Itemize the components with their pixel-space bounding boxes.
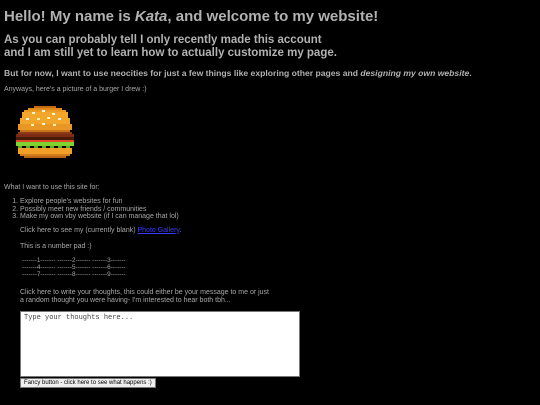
page-title: Hello! My name is Kata, and welcome to m… [4,8,536,26]
thoughts-textarea[interactable] [20,310,300,377]
intro-text: But for now, I want to use neocities for… [4,68,536,78]
page-content: Hello! My name is Kata, and welcome to m… [4,0,536,388]
list-item: Explore people's websites for fun [20,198,536,206]
number-pad-row: -------7------- -------8------- -------9… [22,271,126,279]
title-text-end: , and welcome to my website! [167,8,379,25]
burger-image [10,104,80,164]
burger-drawing [16,106,74,158]
photo-gallery-link[interactable]: Photo Gallery [137,227,179,234]
subtitle-line-2: and I am still yet to learn how to actua… [4,47,337,59]
intro-emphasis: designing my own website [360,68,470,78]
number-pad-label: This is a number pad :) [20,242,92,250]
thoughts-prompt-line-1: Click here to write your thoughts, this … [20,288,270,296]
list-item: Make my own vby website (if I can manage… [20,213,536,221]
gallery-prefix: Click here to see my (currently blank) [20,226,138,234]
thoughts-prompt: Click here to write your thoughts, this … [20,289,536,305]
number-pad: -------1------- -------2------- -------3… [22,257,536,279]
goals-list: Explore people's websites for fun Possib… [4,198,536,221]
number-pad-row: -------1------- -------2------- -------3… [22,256,126,264]
title-text-start: Hello! My name is [4,8,135,25]
goals-heading: What I want to use this site for: [4,184,100,191]
page-subtitle: As you can probably tell I only recently… [4,34,536,60]
number-pad-row: -------4------- -------5------- -------6… [22,264,126,272]
intro-text-start: But for now, I want to use neocities for… [4,68,361,78]
intro-text-end: . [469,68,472,78]
title-name: Kata [134,8,168,25]
subtitle-line-1: As you can probably tell I only recently… [4,34,322,46]
thoughts-prompt-line-2: a random thought you were having- I'm in… [20,296,231,304]
list-item: Possibly meet new friends / communities [20,206,536,214]
fancy-button[interactable]: Fancy button - click here to see what ha… [20,377,156,388]
burger-caption: Anyways, here's a picture of a burger I … [4,86,147,93]
gallery-suffix: . [179,226,182,234]
gallery-text: Click here to see my (currently blank) P… [20,227,536,235]
